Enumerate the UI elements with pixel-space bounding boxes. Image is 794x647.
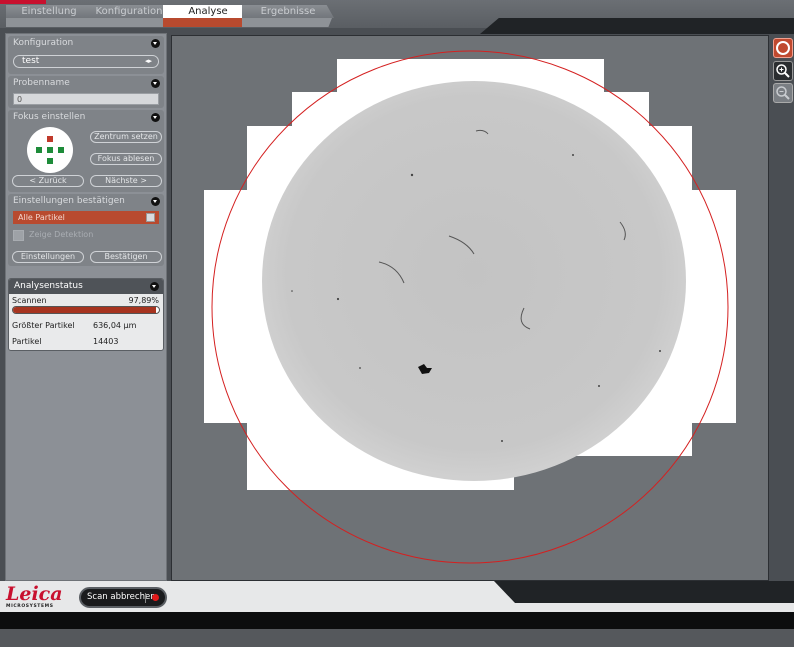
- tab-underline-active: [163, 18, 249, 27]
- section-fokus: Fokus einstellen Zentrum setzen Fokus ab…: [8, 110, 164, 192]
- record-icon: [152, 594, 159, 601]
- focus-point-marker[interactable]: [58, 147, 64, 153]
- set-center-button[interactable]: Zentrum setzen: [90, 131, 162, 143]
- chevron-down-icon[interactable]: [151, 39, 160, 48]
- sample-name-input[interactable]: 0: [13, 93, 159, 105]
- footer-gray-strip: [0, 629, 794, 647]
- section-konfiguration: Konfiguration test ◂▸: [8, 36, 164, 74]
- section-analysis-status: Analysenstatus Scannen 97,89% Größter Pa…: [8, 278, 164, 351]
- focus-point-marker[interactable]: [36, 147, 42, 153]
- section-confirm-settings: Einstellungen bestätigen Alle Partikel Z…: [8, 194, 164, 266]
- back-button[interactable]: < Zurück: [12, 175, 84, 187]
- tab-konfiguration[interactable]: Konfiguration: [84, 5, 174, 18]
- filter-value: Alle Partikel: [18, 213, 65, 222]
- filter-scan-view[interactable]: [171, 35, 769, 581]
- particle-count-label: Partikel: [12, 337, 42, 346]
- tab-underline: [84, 18, 170, 27]
- chevron-down-icon[interactable]: [151, 197, 160, 206]
- section-title: Konfiguration: [13, 38, 74, 48]
- leica-logo: Leica MICROSYSTEMS: [6, 584, 70, 612]
- next-button[interactable]: Nächste >: [90, 175, 162, 187]
- filter-checkbox[interactable]: [146, 213, 155, 222]
- filter-membrane: [262, 81, 686, 481]
- read-focus-button[interactable]: Fokus ablesen: [90, 153, 162, 165]
- section-title: Einstellungen bestätigen: [13, 196, 125, 206]
- zoom-out-icon[interactable]: [773, 83, 793, 103]
- section-header[interactable]: Konfiguration: [8, 36, 164, 51]
- tab-underline: [242, 18, 332, 27]
- largest-particle-label: Größter Partikel: [12, 321, 75, 330]
- focus-point-marker[interactable]: [47, 136, 53, 142]
- particle-count-value: 14403: [93, 337, 119, 346]
- focus-position-pad[interactable]: [27, 127, 73, 173]
- scan-label: Scannen: [12, 296, 47, 305]
- section-title: Analysenstatus: [14, 281, 83, 291]
- show-detection-option[interactable]: Zeige Detektion: [13, 229, 159, 241]
- tab-einstellung[interactable]: Einstellung: [6, 5, 92, 18]
- tab-analyse[interactable]: Analyse: [163, 5, 253, 18]
- focus-point-marker[interactable]: [47, 158, 53, 164]
- brand-accent-mark: [0, 0, 46, 4]
- logo-wordmark: Leica: [6, 583, 63, 605]
- tab-underline: [6, 18, 92, 27]
- section-header[interactable]: Fokus einstellen: [8, 110, 164, 125]
- scan-progress-bar: [12, 306, 160, 314]
- confirm-button[interactable]: Bestätigen: [90, 251, 162, 263]
- footer-dark-strip: [494, 581, 794, 603]
- section-title: Probenname: [13, 78, 70, 88]
- header-dark-strip: [480, 18, 794, 34]
- show-detection-checkbox[interactable]: [13, 230, 24, 241]
- particle-filter-select[interactable]: Alle Partikel: [13, 211, 159, 224]
- abort-scan-button[interactable]: Scan abbrechen: [79, 587, 167, 608]
- zoom-in-icon[interactable]: [773, 61, 793, 81]
- section-header[interactable]: Einstellungen bestätigen: [8, 194, 164, 209]
- button-separator: [145, 593, 146, 603]
- scan-percentage: 97,89%: [128, 296, 159, 305]
- focus-point-marker[interactable]: [47, 147, 53, 153]
- circle-select-icon[interactable]: [773, 38, 793, 58]
- chevron-down-icon[interactable]: [151, 113, 160, 122]
- tab-ergebnisse[interactable]: Ergebnisse: [242, 5, 334, 18]
- show-detection-label: Zeige Detektion: [29, 230, 94, 239]
- settings-button[interactable]: Einstellungen: [12, 251, 84, 263]
- scan-progress-fill: [13, 307, 156, 313]
- select-arrows-icon: ◂▸: [144, 57, 152, 65]
- largest-particle-value: 636,04 µm: [93, 321, 137, 330]
- section-header[interactable]: Analysenstatus: [9, 279, 163, 294]
- select-value: test: [22, 56, 40, 66]
- section-title: Fokus einstellen: [13, 112, 86, 122]
- section-header[interactable]: Probenname: [8, 76, 164, 91]
- chevron-down-icon[interactable]: [150, 282, 159, 291]
- scan-image: [204, 50, 736, 564]
- left-panel: Konfiguration test ◂▸ Probenname 0 Fokus…: [5, 33, 167, 581]
- footer-black-strip: [0, 612, 794, 629]
- section-probenname: Probenname 0: [8, 76, 164, 108]
- chevron-down-icon[interactable]: [151, 79, 160, 88]
- configuration-select[interactable]: test ◂▸: [13, 55, 159, 68]
- right-toolbar: [771, 35, 794, 105]
